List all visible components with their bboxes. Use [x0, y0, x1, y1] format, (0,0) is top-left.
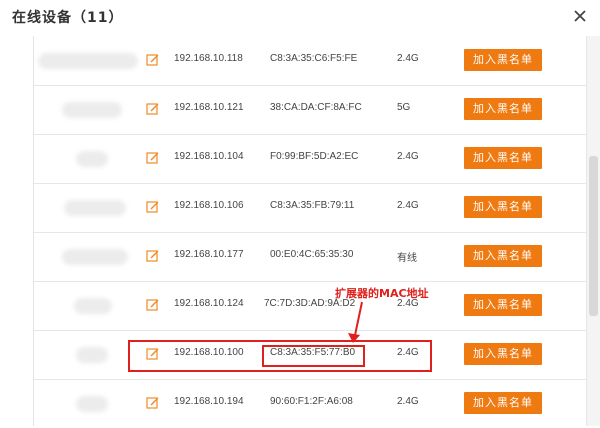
annotation-arrow-icon	[348, 301, 363, 343]
online-devices-dialog: 在线设备（11） 192.168.10.118 C8:3A:35:C6:F5:F…	[0, 0, 600, 426]
